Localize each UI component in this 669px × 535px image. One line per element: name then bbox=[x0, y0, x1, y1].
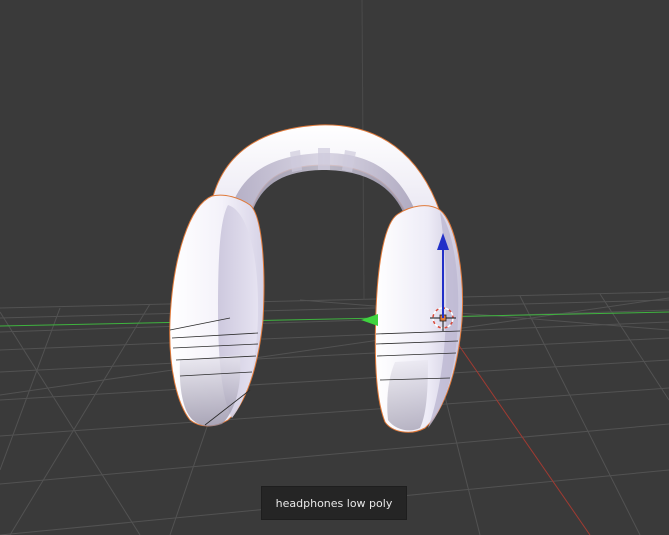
x-axis-line bbox=[0, 311, 669, 327]
3d-viewport[interactable]: headphones low poly bbox=[0, 0, 669, 535]
move-gizmo-x-arrow-icon[interactable] bbox=[361, 314, 378, 326]
headband-facets bbox=[290, 148, 356, 172]
y-axis-line bbox=[439, 317, 591, 535]
headphones-mesh[interactable] bbox=[169, 124, 464, 433]
right-ear-cup-bottom bbox=[387, 360, 428, 431]
viewport-caption: headphones low poly bbox=[261, 486, 407, 520]
viewport-scene[interactable] bbox=[0, 0, 669, 535]
